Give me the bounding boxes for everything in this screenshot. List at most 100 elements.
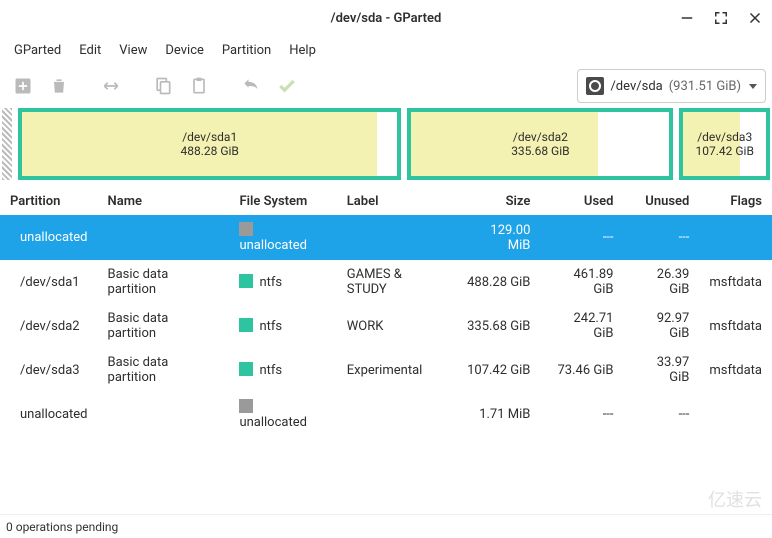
cell-unused: 33.97 GiB: [623, 348, 699, 392]
delete-partition-button[interactable]: [42, 69, 76, 103]
col-fs[interactable]: File System: [229, 188, 336, 215]
col-partition[interactable]: Partition: [0, 188, 98, 215]
partition-free-region: [598, 112, 669, 176]
disk-map-unallocated-leading[interactable]: [2, 108, 12, 180]
table-row[interactable]: /dev/sda1Basic data partitionntfsGAMES &…: [0, 260, 772, 304]
menu-edit[interactable]: Edit: [71, 39, 109, 62]
table-row[interactable]: unallocatedunallocated1.71 MiB------: [0, 392, 772, 437]
cell-fs: unallocated: [229, 215, 336, 260]
menu-help[interactable]: Help: [281, 39, 324, 62]
cell-size: 107.42 GiB: [455, 348, 541, 392]
toolbar-left: [6, 69, 304, 103]
device-size: (931.51 GiB): [669, 79, 741, 94]
cell-size: 488.28 GiB: [455, 260, 541, 304]
menubar: GParted Edit View Device Partition Help: [0, 36, 772, 64]
fs-swatch-icon: [239, 274, 253, 288]
apply-button[interactable]: [270, 69, 304, 103]
cell-label: [337, 215, 455, 260]
col-size[interactable]: Size: [455, 188, 541, 215]
cell-name: [98, 392, 230, 437]
cell-partition: unallocated: [0, 215, 98, 260]
toolbar: /dev/sda (931.51 GiB): [0, 64, 772, 108]
fs-swatch-icon: [239, 399, 253, 413]
close-button[interactable]: [746, 9, 764, 27]
minimize-button[interactable]: [678, 9, 696, 27]
col-flags[interactable]: Flags: [699, 188, 772, 215]
cell-used: 242.71 GiB: [540, 304, 623, 348]
undo-button[interactable]: [234, 69, 268, 103]
cell-used: 73.46 GiB: [540, 348, 623, 392]
cell-fs: unallocated: [229, 392, 336, 437]
device-path: /dev/sda: [610, 79, 662, 94]
menu-view[interactable]: View: [111, 39, 155, 62]
titlebar: /dev/sda - GParted: [0, 0, 772, 36]
cell-flags: [699, 215, 772, 260]
cell-fs: ntfs: [229, 260, 336, 304]
table-row[interactable]: unallocatedunallocated129.00 MiB------: [0, 215, 772, 260]
disk-map-partition[interactable]: /dev/sda1488.28 GiB: [18, 108, 401, 180]
partition-table: Partition Name File System Label Size Us…: [0, 188, 772, 514]
paste-button[interactable]: [182, 69, 216, 103]
cell-used: 461.89 GiB: [540, 260, 623, 304]
cell-name: Basic data partition: [98, 260, 230, 304]
cell-label: GAMES & STUDY: [337, 260, 455, 304]
partition-used-region: [411, 112, 598, 176]
cell-flags: msftdata: [699, 304, 772, 348]
statusbar: 0 operations pending: [0, 514, 772, 538]
cell-size: 1.71 MiB: [455, 392, 541, 437]
cell-unused: 92.97 GiB: [623, 304, 699, 348]
resize-move-button[interactable]: [94, 69, 128, 103]
fs-swatch-icon: [239, 222, 253, 236]
cell-label: Experimental: [337, 348, 455, 392]
table-row[interactable]: /dev/sda3Basic data partitionntfsExperim…: [0, 348, 772, 392]
partition-used-region: [22, 112, 377, 176]
disk-map: /dev/sda1488.28 GiB/dev/sda2335.68 GiB/d…: [0, 108, 772, 180]
fs-swatch-icon: [239, 362, 253, 376]
disk-icon: [586, 77, 604, 95]
cell-fs: ntfs: [229, 348, 336, 392]
disk-map-partition[interactable]: /dev/sda2335.68 GiB: [407, 108, 673, 180]
cell-size: 335.68 GiB: [455, 304, 541, 348]
cell-partition: /dev/sda2: [0, 304, 98, 348]
cell-name: Basic data partition: [98, 348, 230, 392]
partition-free-region: [377, 112, 397, 176]
cell-label: [337, 392, 455, 437]
window-title: /dev/sda - GParted: [331, 11, 442, 26]
cell-name: Basic data partition: [98, 304, 230, 348]
table-row[interactable]: /dev/sda2Basic data partitionntfsWORK335…: [0, 304, 772, 348]
cell-used: ---: [540, 215, 623, 260]
cell-flags: msftdata: [699, 260, 772, 304]
partition-free-region: [740, 112, 766, 176]
partition-used-region: [683, 112, 739, 176]
new-partition-button[interactable]: [6, 69, 40, 103]
col-unused[interactable]: Unused: [623, 188, 699, 215]
cell-flags: [699, 392, 772, 437]
menu-partition[interactable]: Partition: [214, 39, 279, 62]
cell-size: 129.00 MiB: [455, 215, 541, 260]
cell-partition: /dev/sda3: [0, 348, 98, 392]
cell-label: WORK: [337, 304, 455, 348]
cell-partition: /dev/sda1: [0, 260, 98, 304]
window-controls: [678, 0, 764, 36]
chevron-down-icon: [749, 84, 757, 89]
disk-map-partition[interactable]: /dev/sda3107.42 GiB: [679, 108, 770, 180]
cell-name: [98, 215, 230, 260]
cell-fs: ntfs: [229, 304, 336, 348]
menu-device[interactable]: Device: [157, 39, 212, 62]
menu-gparted[interactable]: GParted: [6, 39, 69, 62]
col-name[interactable]: Name: [98, 188, 230, 215]
copy-button[interactable]: [146, 69, 180, 103]
device-selector[interactable]: /dev/sda (931.51 GiB): [577, 69, 766, 103]
maximize-button[interactable]: [712, 9, 730, 27]
cell-used: ---: [540, 392, 623, 437]
pending-operations: 0 operations pending: [6, 520, 118, 534]
cell-unused: ---: [623, 392, 699, 437]
col-label[interactable]: Label: [337, 188, 455, 215]
fs-swatch-icon: [239, 318, 253, 332]
cell-flags: msftdata: [699, 348, 772, 392]
table-header-row: Partition Name File System Label Size Us…: [0, 188, 772, 215]
cell-unused: ---: [623, 215, 699, 260]
cell-unused: 26.39 GiB: [623, 260, 699, 304]
cell-partition: unallocated: [0, 392, 98, 437]
col-used[interactable]: Used: [540, 188, 623, 215]
